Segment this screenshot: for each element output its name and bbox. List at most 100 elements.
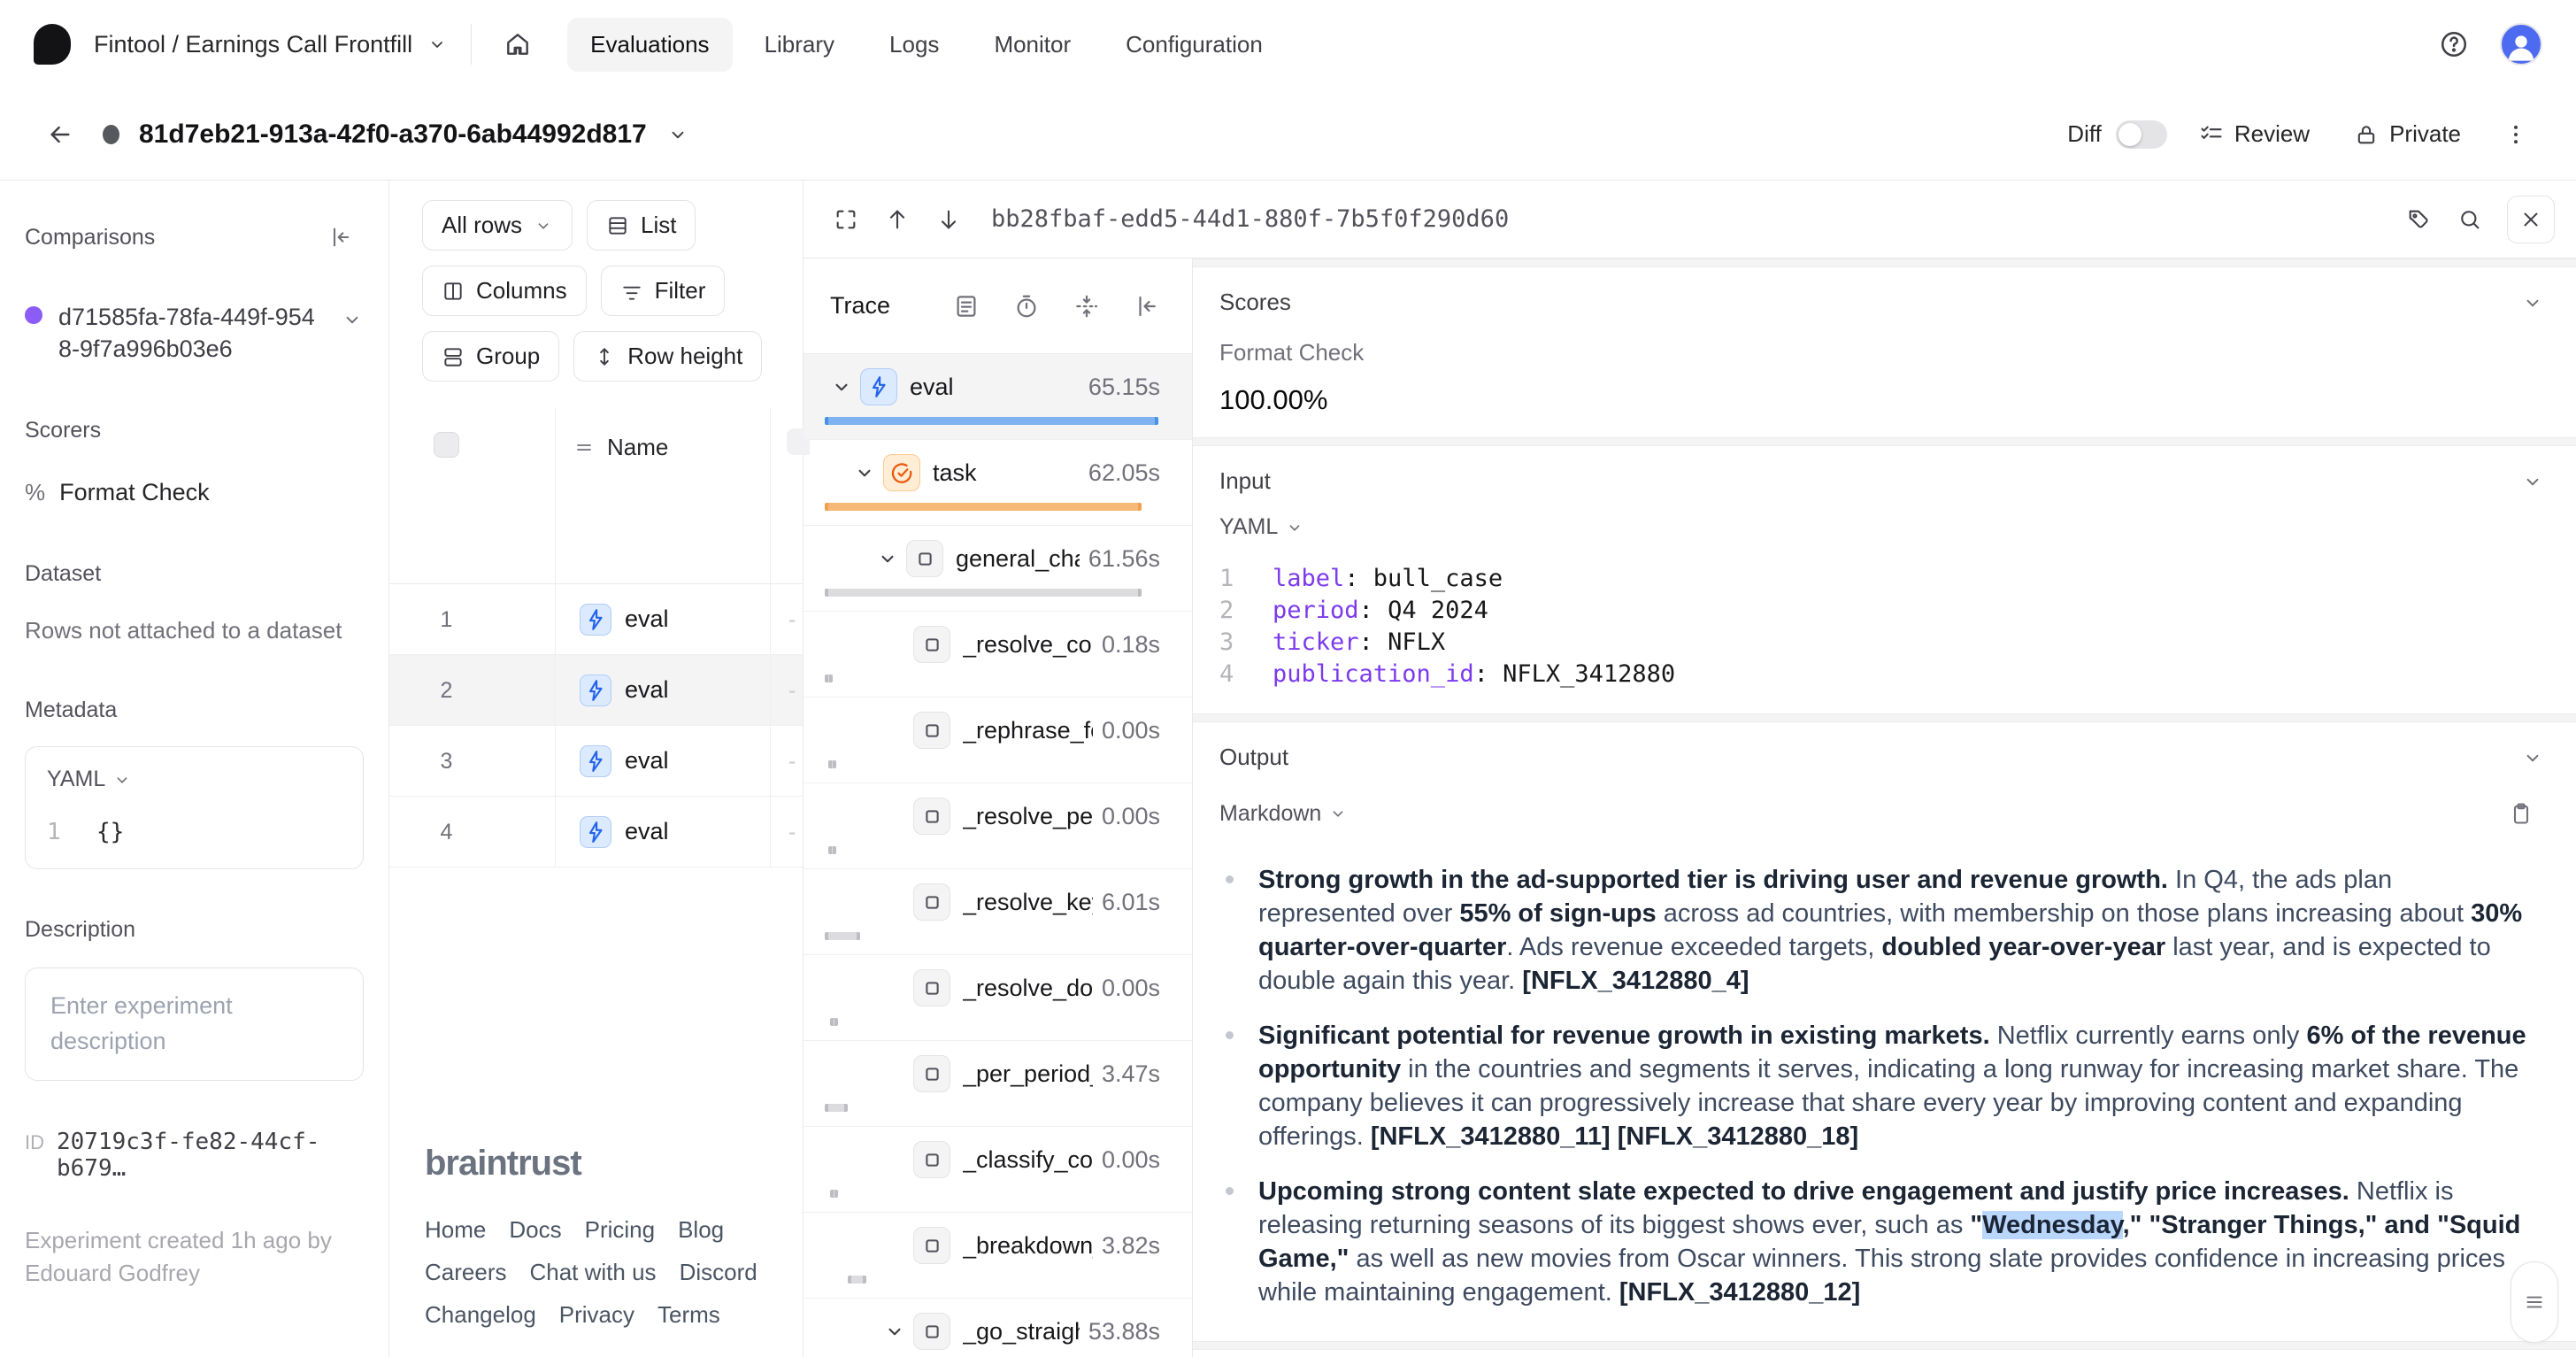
project-switcher[interactable]: Fintool / Earnings Call Frontfill <box>94 31 448 58</box>
filter-button[interactable]: Filter <box>601 266 726 316</box>
output-section: Output Markdown Strong growth in the ad-… <box>1193 722 2576 1341</box>
description-input[interactable]: Enter experiment description <box>25 968 364 1081</box>
chevron-down-icon[interactable] <box>666 123 689 146</box>
trace-span-_breakdown_[interactable]: _breakdown_…3.82s <box>804 1213 1192 1299</box>
metadata-format-select[interactable]: YAML <box>47 767 342 792</box>
timer-icon[interactable] <box>1013 293 1040 320</box>
row-height-button[interactable]: Row height <box>573 331 762 382</box>
tab-monitor[interactable]: Monitor <box>971 18 1094 72</box>
footer-link-privacy[interactable]: Privacy <box>559 1293 634 1336</box>
chevron-down-icon[interactable] <box>830 375 853 398</box>
comparison-dot <box>25 306 42 324</box>
dataset-heading: Dataset <box>25 561 364 587</box>
trace-span-_resolve_com[interactable]: _resolve_com…0.18s <box>804 612 1192 698</box>
table-row[interactable]: 1eval- <box>389 584 803 655</box>
user-avatar[interactable] <box>2500 23 2542 66</box>
close-panel-button[interactable] <box>2507 196 2555 243</box>
all-rows-filter-button[interactable]: All rows <box>422 200 573 251</box>
span-duration: 62.05s <box>1080 459 1160 487</box>
table-row[interactable]: 2eval- <box>389 655 803 726</box>
clipboard-icon <box>2509 801 2534 826</box>
filter-icon <box>620 280 643 303</box>
chevron-down-icon[interactable] <box>2521 746 2544 769</box>
footer-link-chat-with-us[interactable]: Chat with us <box>529 1251 656 1293</box>
footer-link-discord[interactable]: Discord <box>680 1251 757 1293</box>
trace-span-_resolve_peri[interactable]: _resolve_peri…0.00s <box>804 783 1192 869</box>
footer-link-pricing[interactable]: Pricing <box>585 1208 655 1251</box>
notes-icon[interactable] <box>953 293 980 320</box>
help-button[interactable] <box>2431 21 2477 67</box>
trace-span-eval[interactable]: eval65.15s <box>804 354 1192 440</box>
trace-span-_resolve_doc[interactable]: _resolve_doc…0.00s <box>804 955 1192 1041</box>
trace-span-list: eval65.15stask62.05sgeneral_chat61.56s_r… <box>804 354 1192 1357</box>
trace-panel: Trace eval65.15stask62.05sgeneral_chat61… <box>804 258 1193 1357</box>
braintrust-footer: braintrust HomeDocsPricingBlogCareersCha… <box>389 1144 803 1357</box>
trace-span-general_chat[interactable]: general_chat61.56s <box>804 526 1192 612</box>
collapse-left-icon[interactable] <box>1134 293 1160 320</box>
tag-button[interactable] <box>2395 197 2441 243</box>
expand-panel-button[interactable] <box>823 197 869 243</box>
square-icon <box>913 1141 950 1178</box>
footer-link-blog[interactable]: Blog <box>678 1208 724 1251</box>
table-row[interactable]: 3eval- <box>389 726 803 797</box>
columns-button[interactable]: Columns <box>422 266 587 316</box>
copy-output-button[interactable] <box>2498 790 2544 837</box>
chevron-down-icon[interactable] <box>853 461 876 484</box>
person-icon <box>2503 28 2539 64</box>
scorer-item[interactable]: % Format Check <box>25 479 364 506</box>
expected-section: Expected <box>1193 1350 2576 1357</box>
home-button[interactable] <box>495 21 541 67</box>
span-duration-bar <box>830 1018 838 1026</box>
braintrust-wordmark[interactable]: braintrust <box>425 1144 803 1184</box>
chevron-down-icon[interactable] <box>2521 470 2544 493</box>
collapse-vertical-icon[interactable] <box>1073 293 1100 320</box>
table-row[interactable]: 4eval- <box>389 797 803 867</box>
name-column-header[interactable]: Name <box>556 409 771 583</box>
comparison-item[interactable]: d71585fa-78fa-449f-9548-9f7a996b03e6 <box>25 301 364 365</box>
trace-span-task[interactable]: task62.05s <box>804 440 1192 526</box>
tab-evaluations[interactable]: Evaluations <box>567 18 732 72</box>
chevron-down-icon[interactable] <box>2521 291 2544 314</box>
footer-link-changelog[interactable]: Changelog <box>425 1293 536 1336</box>
row-number: 1 <box>434 607 459 633</box>
diff-toggle[interactable] <box>2116 120 2167 149</box>
search-button[interactable] <box>2447 197 2493 243</box>
input-format-select[interactable]: YAML <box>1219 514 1304 540</box>
tab-configuration[interactable]: Configuration <box>1103 18 1286 72</box>
chevron-down-icon[interactable] <box>876 547 899 570</box>
trace-span-_resolve_key[interactable]: _resolve_key…6.01s <box>804 869 1192 955</box>
chevron-down-icon[interactable] <box>883 1320 906 1343</box>
tab-logs[interactable]: Logs <box>866 18 962 72</box>
trace-span-_classify_co[interactable]: _classify_co…0.00s <box>804 1127 1192 1213</box>
more-menu-button[interactable] <box>2493 112 2539 158</box>
drag-handle-icon <box>573 437 595 459</box>
trace-span-_go_straigh[interactable]: _go_straigh…53.88s <box>804 1299 1192 1357</box>
top-nav: Fintool / Earnings Call Frontfill Evalua… <box>0 0 2576 89</box>
row-height-icon <box>593 345 616 368</box>
trace-span-_per_period_[interactable]: _per_period_…3.47s <box>804 1041 1192 1127</box>
prev-row-button[interactable] <box>874 197 920 243</box>
braintrust-logo-icon[interactable] <box>34 24 71 65</box>
tab-library[interactable]: Library <box>742 18 857 72</box>
row-name: eval <box>625 818 669 845</box>
outline-toggle-button[interactable] <box>2511 1261 2558 1343</box>
select-all-checkbox[interactable] <box>434 432 459 458</box>
span-duration: 53.88s <box>1080 1318 1160 1345</box>
list-view-button[interactable]: List <box>587 200 696 251</box>
private-button[interactable]: Private <box>2341 112 2473 157</box>
footer-link-terms[interactable]: Terms <box>657 1293 720 1336</box>
score-scorer-name: Format Check <box>1219 339 2544 366</box>
next-row-button[interactable] <box>926 197 972 243</box>
trace-span-_rephrase_fo[interactable]: _rephrase_fo…0.00s <box>804 698 1192 783</box>
output-format-select[interactable]: Markdown <box>1219 801 1348 827</box>
comparisons-heading: Comparisons <box>25 225 155 251</box>
review-button[interactable]: Review <box>2187 112 2322 157</box>
back-button[interactable] <box>37 112 83 158</box>
footer-link-home[interactable]: Home <box>425 1208 486 1251</box>
collapse-sidebar-button[interactable] <box>318 214 364 260</box>
group-button[interactable]: Group <box>422 331 559 382</box>
footer-link-docs[interactable]: Docs <box>509 1208 561 1251</box>
yaml-value: bull_case <box>1373 565 1503 592</box>
chevron-down-icon <box>534 216 553 235</box>
footer-link-careers[interactable]: Careers <box>425 1251 506 1293</box>
